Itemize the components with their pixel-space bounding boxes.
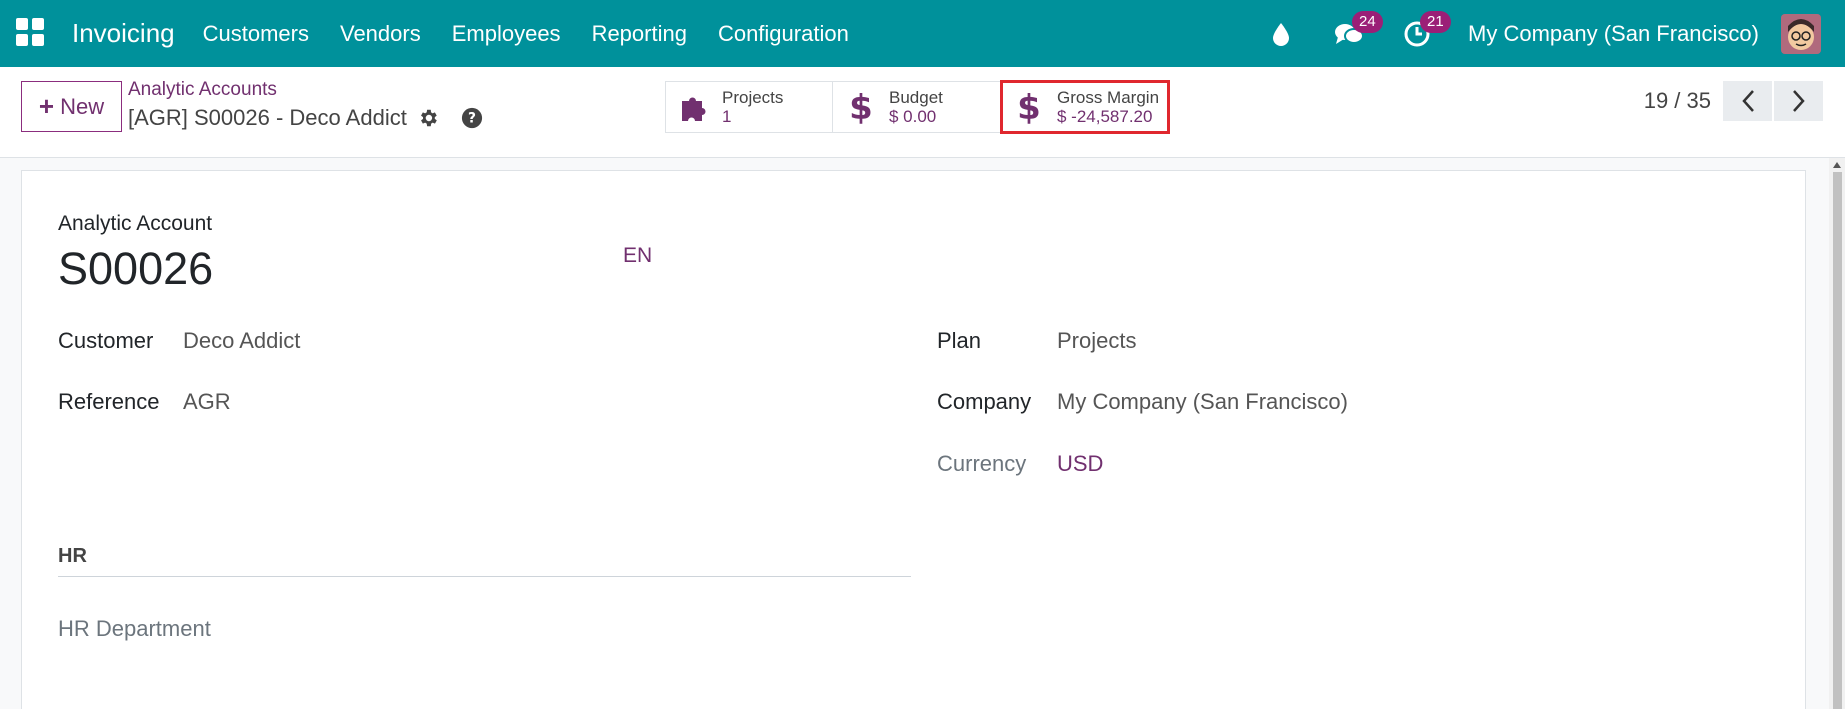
pager-value[interactable]: 19 / 35 bbox=[1644, 88, 1711, 114]
gross-margin-label: Gross Margin bbox=[1057, 88, 1160, 107]
chevron-left-icon bbox=[1741, 90, 1754, 112]
puzzle-icon bbox=[666, 91, 722, 123]
plus-icon: + bbox=[38, 91, 55, 121]
app-name[interactable]: Invoicing bbox=[72, 18, 175, 49]
budget-value: $ 0.00 bbox=[889, 107, 937, 126]
customer-field[interactable]: Deco Addict bbox=[183, 328, 300, 354]
dollar-icon: $ bbox=[1001, 89, 1057, 125]
reference-field[interactable]: AGR bbox=[183, 389, 231, 415]
plan-label: Plan bbox=[937, 328, 982, 353]
projects-label: Projects bbox=[722, 88, 784, 107]
company-switcher[interactable]: My Company (San Francisco) bbox=[1468, 21, 1759, 47]
menu-item-vendors[interactable]: Vendors bbox=[340, 21, 421, 47]
currency-field[interactable]: USD bbox=[1057, 451, 1103, 477]
hr-section-title: HR bbox=[58, 545, 87, 567]
messages-badge: 24 bbox=[1352, 10, 1383, 33]
pager-previous-button[interactable] bbox=[1723, 81, 1772, 121]
hr-department-label: HR Department bbox=[58, 616, 211, 641]
customer-label: Customer bbox=[58, 328, 154, 353]
breadcrumb-parent[interactable]: Analytic Accounts bbox=[128, 79, 277, 101]
budget-smart-button[interactable]: $ Budget $ 0.00 bbox=[833, 81, 1001, 133]
svg-text:?: ? bbox=[468, 111, 476, 127]
menu-item-reporting[interactable]: Reporting bbox=[592, 21, 687, 47]
control-panel: + New Analytic Accounts [AGR] S00026 - D… bbox=[0, 67, 1845, 158]
chevron-right-icon bbox=[1792, 90, 1805, 112]
drop-icon[interactable] bbox=[1264, 17, 1298, 51]
scrollbar-thumb[interactable] bbox=[1833, 172, 1842, 709]
hr-section-divider bbox=[58, 576, 911, 577]
reference-label: Reference bbox=[58, 389, 160, 414]
top-navbar: Invoicing Customers Vendors Employees Re… bbox=[0, 0, 1845, 67]
scroll-up-icon[interactable] bbox=[1833, 162, 1841, 168]
plan-field[interactable]: Projects bbox=[1057, 328, 1136, 354]
messages-icon[interactable]: 24 bbox=[1332, 10, 1383, 51]
activities-badge: 21 bbox=[1420, 10, 1451, 33]
budget-label: Budget bbox=[889, 88, 943, 107]
record-name-field[interactable]: S00026 bbox=[58, 243, 213, 295]
gross-margin-value: $ -24,587.20 bbox=[1057, 107, 1153, 126]
pager-next-button[interactable] bbox=[1774, 81, 1823, 121]
record-type-label: Analytic Account bbox=[58, 212, 213, 235]
main-menu: Customers Vendors Employees Reporting Co… bbox=[203, 21, 880, 47]
svg-text:$: $ bbox=[1018, 89, 1040, 125]
company-label: Company bbox=[937, 389, 1032, 414]
company-field[interactable]: My Company (San Francisco) bbox=[1057, 389, 1348, 415]
svg-text:$: $ bbox=[850, 89, 872, 125]
menu-item-configuration[interactable]: Configuration bbox=[718, 21, 849, 47]
pager: 19 / 35 bbox=[1644, 81, 1823, 121]
breadcrumb: [AGR] S00026 - Deco Addict ? bbox=[128, 105, 483, 131]
breadcrumb-current: [AGR] S00026 - Deco Addict bbox=[128, 105, 407, 130]
systray: 24 21 My Company (San Francisco) bbox=[1264, 0, 1845, 67]
currency-label: Currency bbox=[937, 451, 1027, 476]
scrollbar[interactable] bbox=[1829, 158, 1845, 709]
help-icon[interactable]: ? bbox=[461, 107, 483, 129]
activity-clock-icon[interactable]: 21 bbox=[1400, 10, 1451, 51]
new-button[interactable]: + New bbox=[21, 81, 122, 132]
projects-smart-button[interactable]: Projects 1 bbox=[665, 81, 833, 133]
language-button[interactable]: EN bbox=[623, 244, 652, 268]
smart-buttons: Projects 1 $ Budget $ 0.00 $ Gross Margi… bbox=[665, 80, 1170, 134]
menu-item-employees[interactable]: Employees bbox=[452, 21, 561, 47]
form-sheet: Analytic Account S00026 EN Customer Deco… bbox=[21, 170, 1806, 709]
gross-margin-smart-button[interactable]: $ Gross Margin $ -24,587.20 bbox=[1000, 80, 1170, 134]
new-button-label: New bbox=[60, 93, 105, 119]
app-grid-icon[interactable] bbox=[16, 17, 48, 50]
avatar[interactable] bbox=[1781, 13, 1821, 54]
menu-item-customers[interactable]: Customers bbox=[203, 21, 309, 47]
projects-value: 1 bbox=[722, 107, 732, 126]
gear-icon[interactable] bbox=[417, 107, 439, 129]
dollar-icon: $ bbox=[833, 89, 889, 125]
